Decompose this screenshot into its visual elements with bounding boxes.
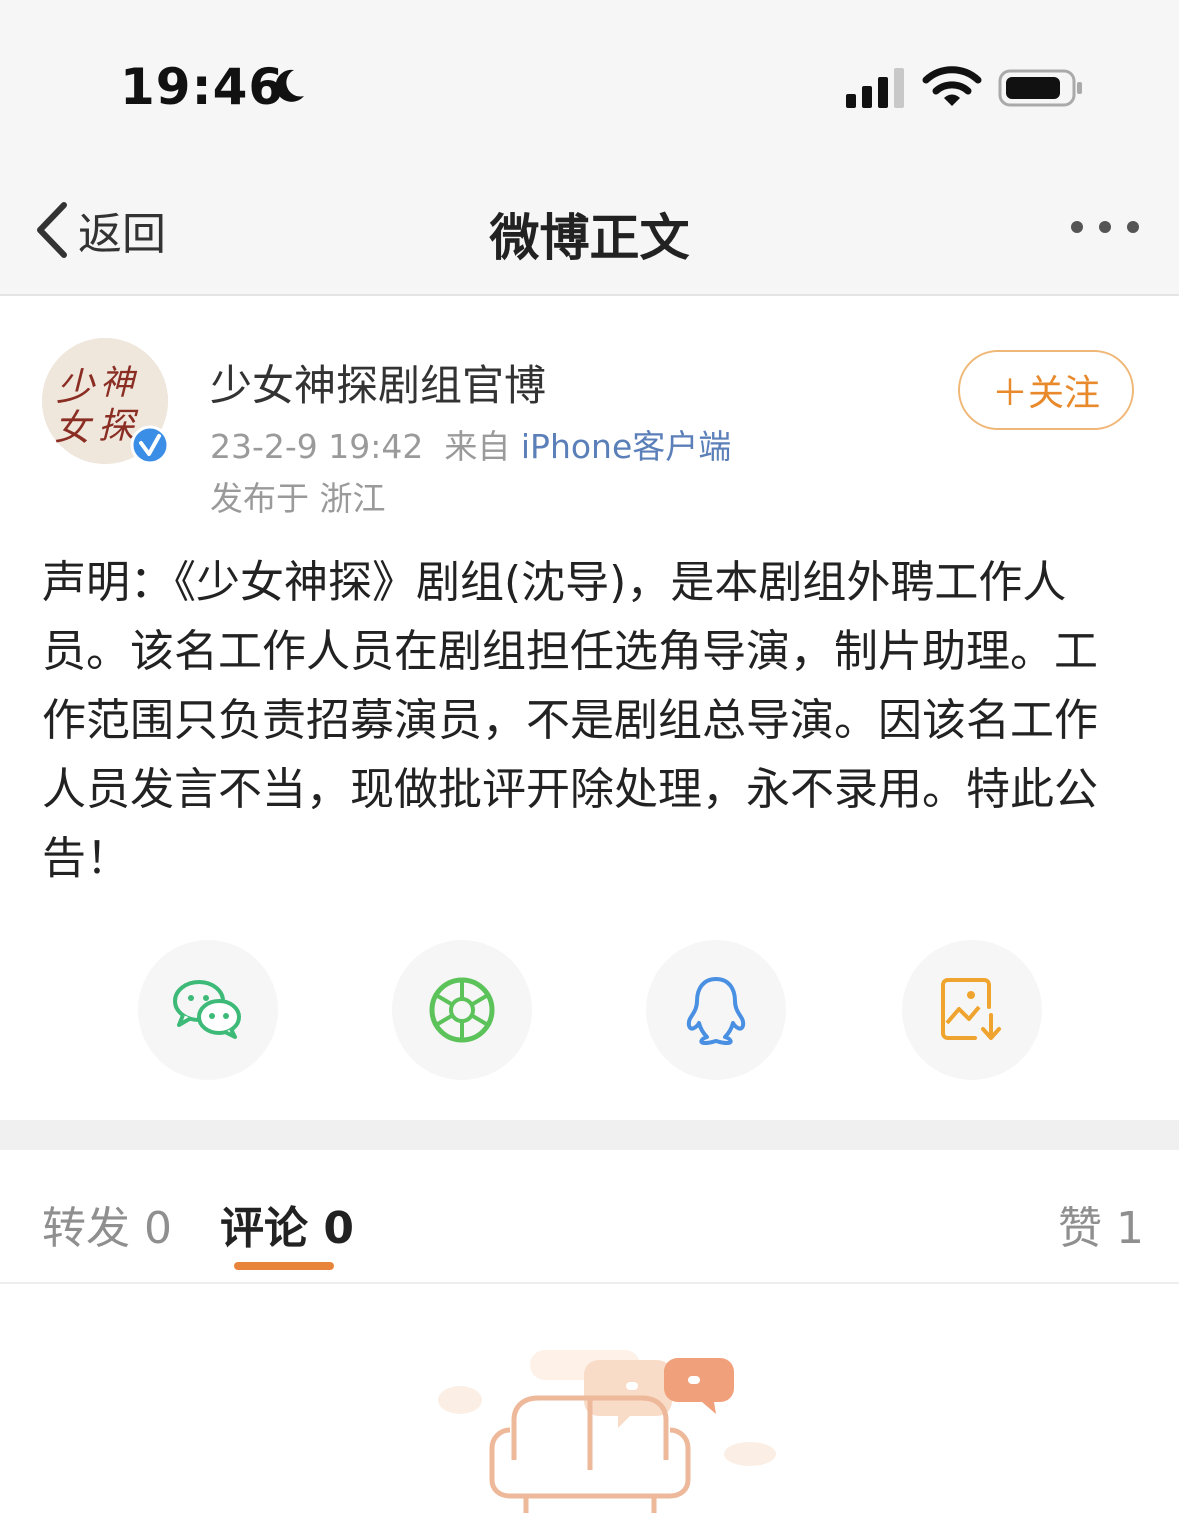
empty-comments-illustration <box>438 1350 776 1513</box>
tab-repost[interactable]: 转发 0 <box>42 1192 172 1256</box>
tab-like[interactable]: 赞 1 <box>1058 1192 1144 1256</box>
post-source[interactable]: iPhone客户端 <box>521 427 731 466</box>
wechat-icon <box>173 980 241 1039</box>
moments-icon <box>429 977 495 1043</box>
status-time: 19:46 <box>120 58 285 116</box>
wifi-icon <box>922 66 982 106</box>
share-moments-button[interactable] <box>392 940 532 1080</box>
svg-text:神: 神 <box>100 363 138 403</box>
active-tab-indicator <box>234 1262 334 1270</box>
status-bar: 19:46 <box>0 0 1179 170</box>
post-text: 声明：《少女神探》剧组(沈导)，是本剧组外聘工作人员。该名工作人员在剧组担任选角… <box>42 557 1098 884</box>
svg-text:少: 少 <box>56 365 96 409</box>
moon-icon <box>275 69 304 102</box>
save-image-icon <box>941 978 1001 1040</box>
tab-comment[interactable]: 评论 0 <box>220 1192 354 1256</box>
more-dots-icon[interactable] <box>1068 218 1142 236</box>
signal-icon <box>846 68 904 108</box>
interaction-tabs: 转发 0 评论 0 赞 1 <box>0 1150 1179 1284</box>
post-date: 23-2-9 19:42 <box>210 427 424 466</box>
source-prefix: 来自 <box>444 427 511 466</box>
qq-icon <box>686 977 746 1045</box>
page-title: 微博正文 <box>489 209 690 267</box>
svg-text:女: 女 <box>54 408 94 449</box>
author-name[interactable]: 少女神探剧组官博 <box>210 352 546 413</box>
post-meta: 23-2-9 19:42 来自 iPhone客户端 <box>210 420 731 468</box>
share-qq-button[interactable] <box>646 940 786 1080</box>
post-location: 发布于 浙江 <box>210 479 386 518</box>
battery-icon <box>998 69 1082 107</box>
nav-bar: 返回 微博正文 <box>0 170 1179 296</box>
follow-button[interactable]: ＋关注 <box>958 350 1134 430</box>
section-divider <box>0 1120 1179 1150</box>
save-image-button[interactable] <box>902 940 1042 1080</box>
verified-badge-icon <box>130 425 170 465</box>
share-wechat-button[interactable] <box>138 940 278 1080</box>
